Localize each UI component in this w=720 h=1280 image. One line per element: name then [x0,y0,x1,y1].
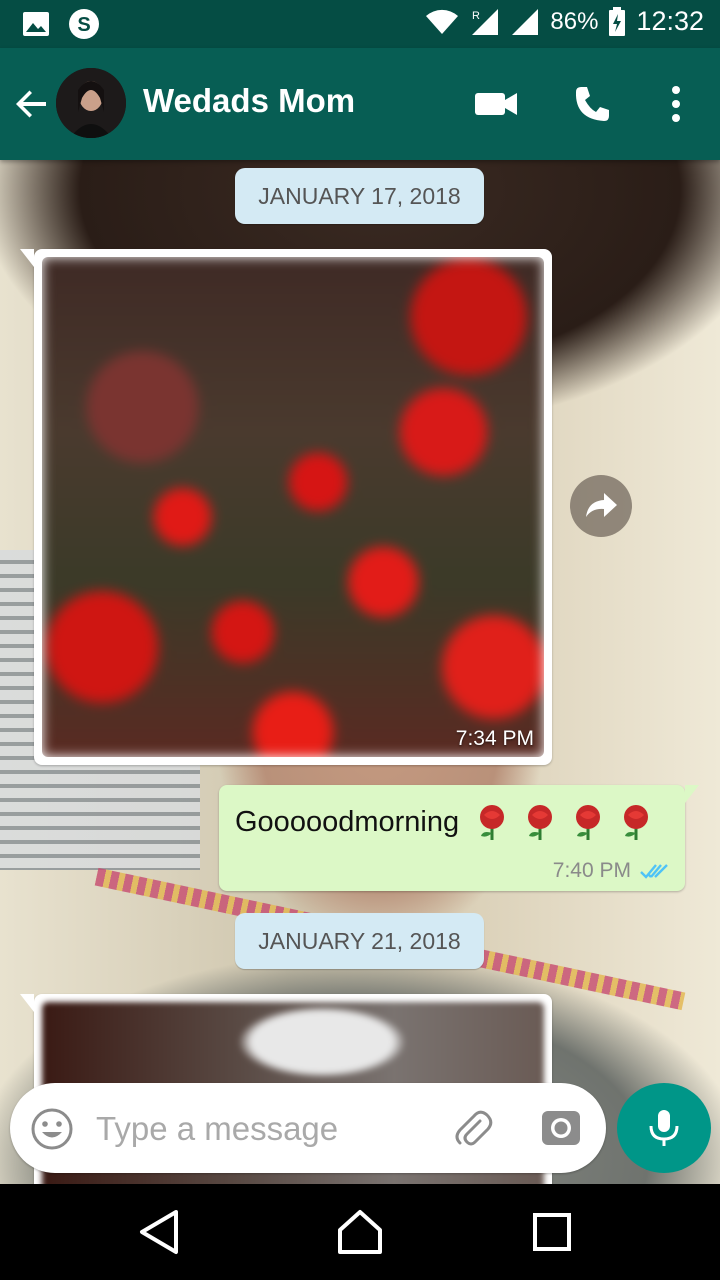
signal-icon [512,8,539,35]
chat-area[interactable]: JANUARY 17, 2018 7:34 PM Gooooodmorning … [0,160,720,1184]
date-divider: JANUARY 17, 2018 [235,168,484,224]
rose-icon [528,805,553,840]
forward-icon[interactable] [570,475,632,537]
system-nav-bar [0,1184,720,1280]
svg-text:S: S [77,14,90,36]
outgoing-text-message[interactable]: Gooooodmorning 7:40 PM [219,785,699,891]
message-time: 7:34 PM [455,727,534,750]
message-body: Gooooodmorning [235,803,655,841]
more-options-icon[interactable] [652,80,700,128]
back-arrow-icon[interactable] [12,84,52,124]
avatar[interactable] [56,68,126,138]
image-thumbnail[interactable] [42,257,544,757]
mic-icon [649,1110,679,1146]
camera-icon[interactable] [540,1107,582,1149]
rose-emoji-group [473,803,655,841]
voice-record-button[interactable] [617,1083,711,1173]
wifi-icon [426,9,459,34]
nav-home-icon[interactable] [334,1206,386,1258]
battery-charging-icon [609,6,626,36]
message-input-bar[interactable]: Type a message [10,1083,606,1173]
avatar-photo [56,68,126,138]
rose-icon [480,805,505,840]
message-text: Gooooodmorning [235,805,460,838]
nav-back-icon[interactable] [134,1206,186,1258]
voice-call-icon[interactable] [568,80,616,128]
clock: 12:32 [636,6,704,36]
skype-icon: S [69,9,99,39]
video-call-icon[interactable] [472,80,520,128]
message-input[interactable]: Type a message [96,1110,338,1148]
svg-text:R: R [472,10,480,22]
battery-percent: 86% [550,7,599,35]
read-ticks-icon [640,864,668,879]
attach-icon[interactable] [450,1107,494,1151]
rose-icon [624,805,649,840]
status-bar: S R 86% 12:32 [0,0,720,48]
chat-header: Wedads Mom [0,48,720,160]
incoming-image-message[interactable]: 7:34 PM [20,249,552,765]
message-time: 7:40 PM [552,859,631,882]
date-divider: JANUARY 21, 2018 [235,913,484,969]
roses-image [42,257,544,757]
emoji-icon[interactable] [30,1107,74,1151]
contact-name[interactable]: Wedads Mom [143,82,355,120]
nav-recents-icon[interactable] [526,1206,578,1258]
message-meta: 7:40 PM [553,859,671,883]
signal-roaming-icon: R [472,8,499,35]
gallery-icon [23,12,49,36]
rose-icon [576,805,601,840]
